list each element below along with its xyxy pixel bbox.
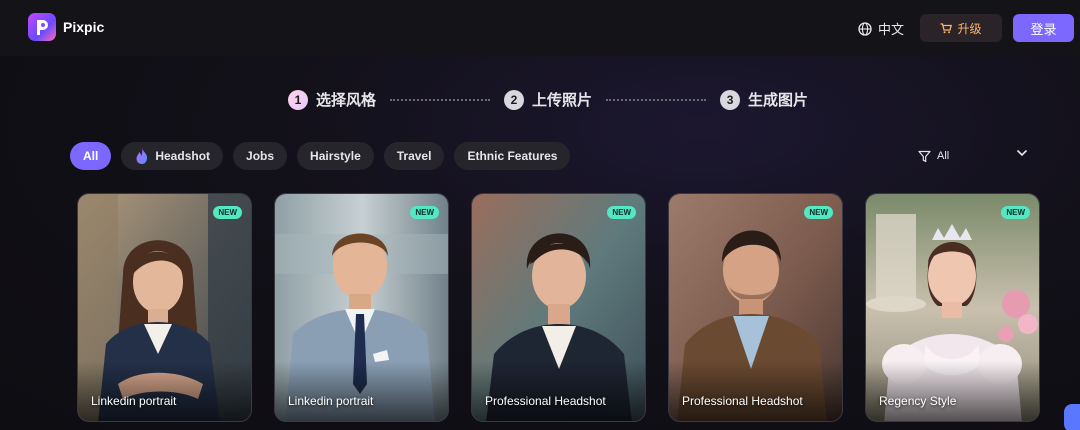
filter-chip-jobs[interactable]: Jobs — [233, 142, 288, 170]
card-title: Professional Headshot — [682, 394, 803, 408]
new-badge: NEW — [213, 206, 242, 219]
app-name[interactable]: Pixpic — [63, 19, 104, 35]
step-number: 2 — [504, 89, 525, 110]
card-overlay — [472, 361, 645, 421]
new-badge: NEW — [607, 206, 636, 219]
card-overlay — [866, 361, 1039, 421]
filter-chip-label: Headshot — [155, 149, 211, 163]
card-title: Regency Style — [879, 394, 957, 408]
filter-chip-headshot[interactable]: Headshot — [121, 142, 224, 170]
support-chat-icon[interactable] — [1064, 404, 1080, 430]
step-label: 选择风格 — [316, 92, 377, 109]
filter-chip-all[interactable]: All — [70, 142, 112, 170]
card-title: Linkedin portrait — [91, 394, 177, 408]
pixpic-logo-icon[interactable] — [28, 13, 56, 41]
step-label: 上传照片 — [532, 92, 593, 109]
category-filters: All Headshot Jobs Hairstyle Travel Ethni… — [70, 142, 571, 170]
cart-icon — [940, 22, 953, 33]
card-overlay — [275, 361, 448, 421]
new-badge: NEW — [804, 206, 833, 219]
step-number: 1 — [288, 89, 308, 110]
style-card[interactable]: NEW Professional Headshot — [471, 193, 646, 422]
style-card[interactable]: NEW Regency Style — [865, 193, 1040, 422]
filter-chip-hairstyle[interactable]: Hairstyle — [297, 142, 374, 170]
globe-icon — [858, 21, 872, 36]
filter-chip-ethnic-features[interactable]: Ethnic Features — [454, 142, 571, 170]
language-label: 中文 — [878, 22, 905, 37]
chevron-down-icon — [1016, 149, 1028, 157]
style-card[interactable]: NEW Professional Headshot — [668, 193, 843, 422]
filter-dropdown-value: All — [937, 150, 950, 162]
step-3: 3 生成图片 — [720, 89, 808, 110]
card-overlay — [78, 361, 251, 421]
upgrade-button[interactable]: 升级 — [920, 14, 1002, 42]
language-switch[interactable]: 中文 — [858, 19, 904, 38]
step-divider — [606, 98, 707, 101]
card-title: Linkedin portrait — [288, 394, 374, 408]
step-label: 生成图片 — [748, 92, 809, 109]
step-indicator: 1 选择风格 2 上传照片 3 生成图片 — [288, 89, 808, 110]
filter-dropdown[interactable]: All — [918, 147, 1028, 165]
step-1: 1 选择风格 — [288, 89, 376, 110]
card-title: Professional Headshot — [485, 394, 606, 408]
new-badge: NEW — [410, 206, 439, 219]
card-overlay — [669, 361, 842, 421]
new-badge: NEW — [1001, 206, 1030, 219]
style-card[interactable]: NEW Linkedin portrait — [274, 193, 449, 422]
step-2: 2 上传照片 — [504, 89, 592, 110]
step-number: 3 — [720, 89, 741, 110]
step-divider — [390, 98, 491, 101]
top-bar: Pixpic 中文 升级 登录 — [0, 0, 1080, 56]
style-card[interactable]: NEW Linkedin portrait — [77, 193, 252, 422]
upgrade-label: 升级 — [957, 21, 982, 36]
login-button[interactable]: 登录 — [1013, 14, 1074, 42]
filter-chip-travel[interactable]: Travel — [383, 142, 445, 170]
style-card-grid: NEW Linkedin portrait NEW Linkedin portr… — [77, 193, 1040, 422]
flame-icon — [136, 148, 148, 164]
filter-icon — [918, 150, 931, 162]
